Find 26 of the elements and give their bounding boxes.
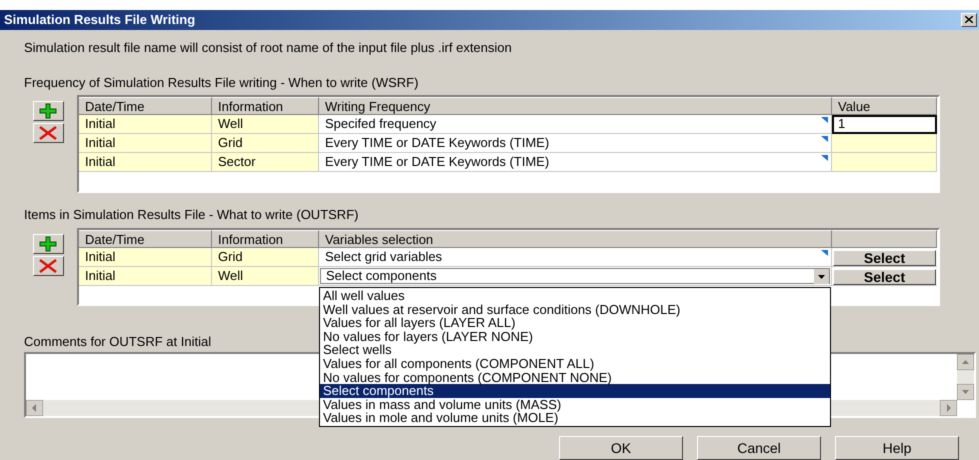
table-cell: Initial [79,152,212,172]
column-header: Date/Time [79,96,212,114]
table-cell: Initial [79,267,212,286]
table-cell: Grid [212,134,319,152]
table-cell: Specifed frequency [319,114,832,134]
column-header: Information [212,230,319,248]
table-cell: Every TIME or DATE Keywords (TIME) [319,152,832,172]
table-cell: Well [212,114,319,134]
table-cell: Initial [79,114,212,134]
table-cell: Every TIME or DATE Keywords (TIME) [319,134,832,152]
section-label: Frequency of Simulation Results File writing - When to write (WSRF) [24,75,418,90]
table-cell: Initial [79,248,212,267]
column-header: Variables selection [319,230,832,248]
comments-label: Comments for OUTSRF at Initial [24,334,212,349]
section-label: Items in Simulation Results File - What to write (OUTSRF) [24,206,358,222]
column-header: Writing Frequency [319,96,832,114]
table-cell: Initial [79,134,212,152]
table-cell: Grid [212,248,319,267]
column-header: Information [212,96,319,114]
window-title: Simulation Results File Writing [4,11,196,29]
table-cell: Well [212,267,319,286]
column-header: Date/Time [79,230,212,248]
table-cell: Sector [212,152,319,172]
table-cell: Select grid variables [319,248,832,267]
column-header: Value [832,96,937,114]
info-text: Simulation result file name will consist of root name of the input file plus .irf extension [24,40,512,54]
